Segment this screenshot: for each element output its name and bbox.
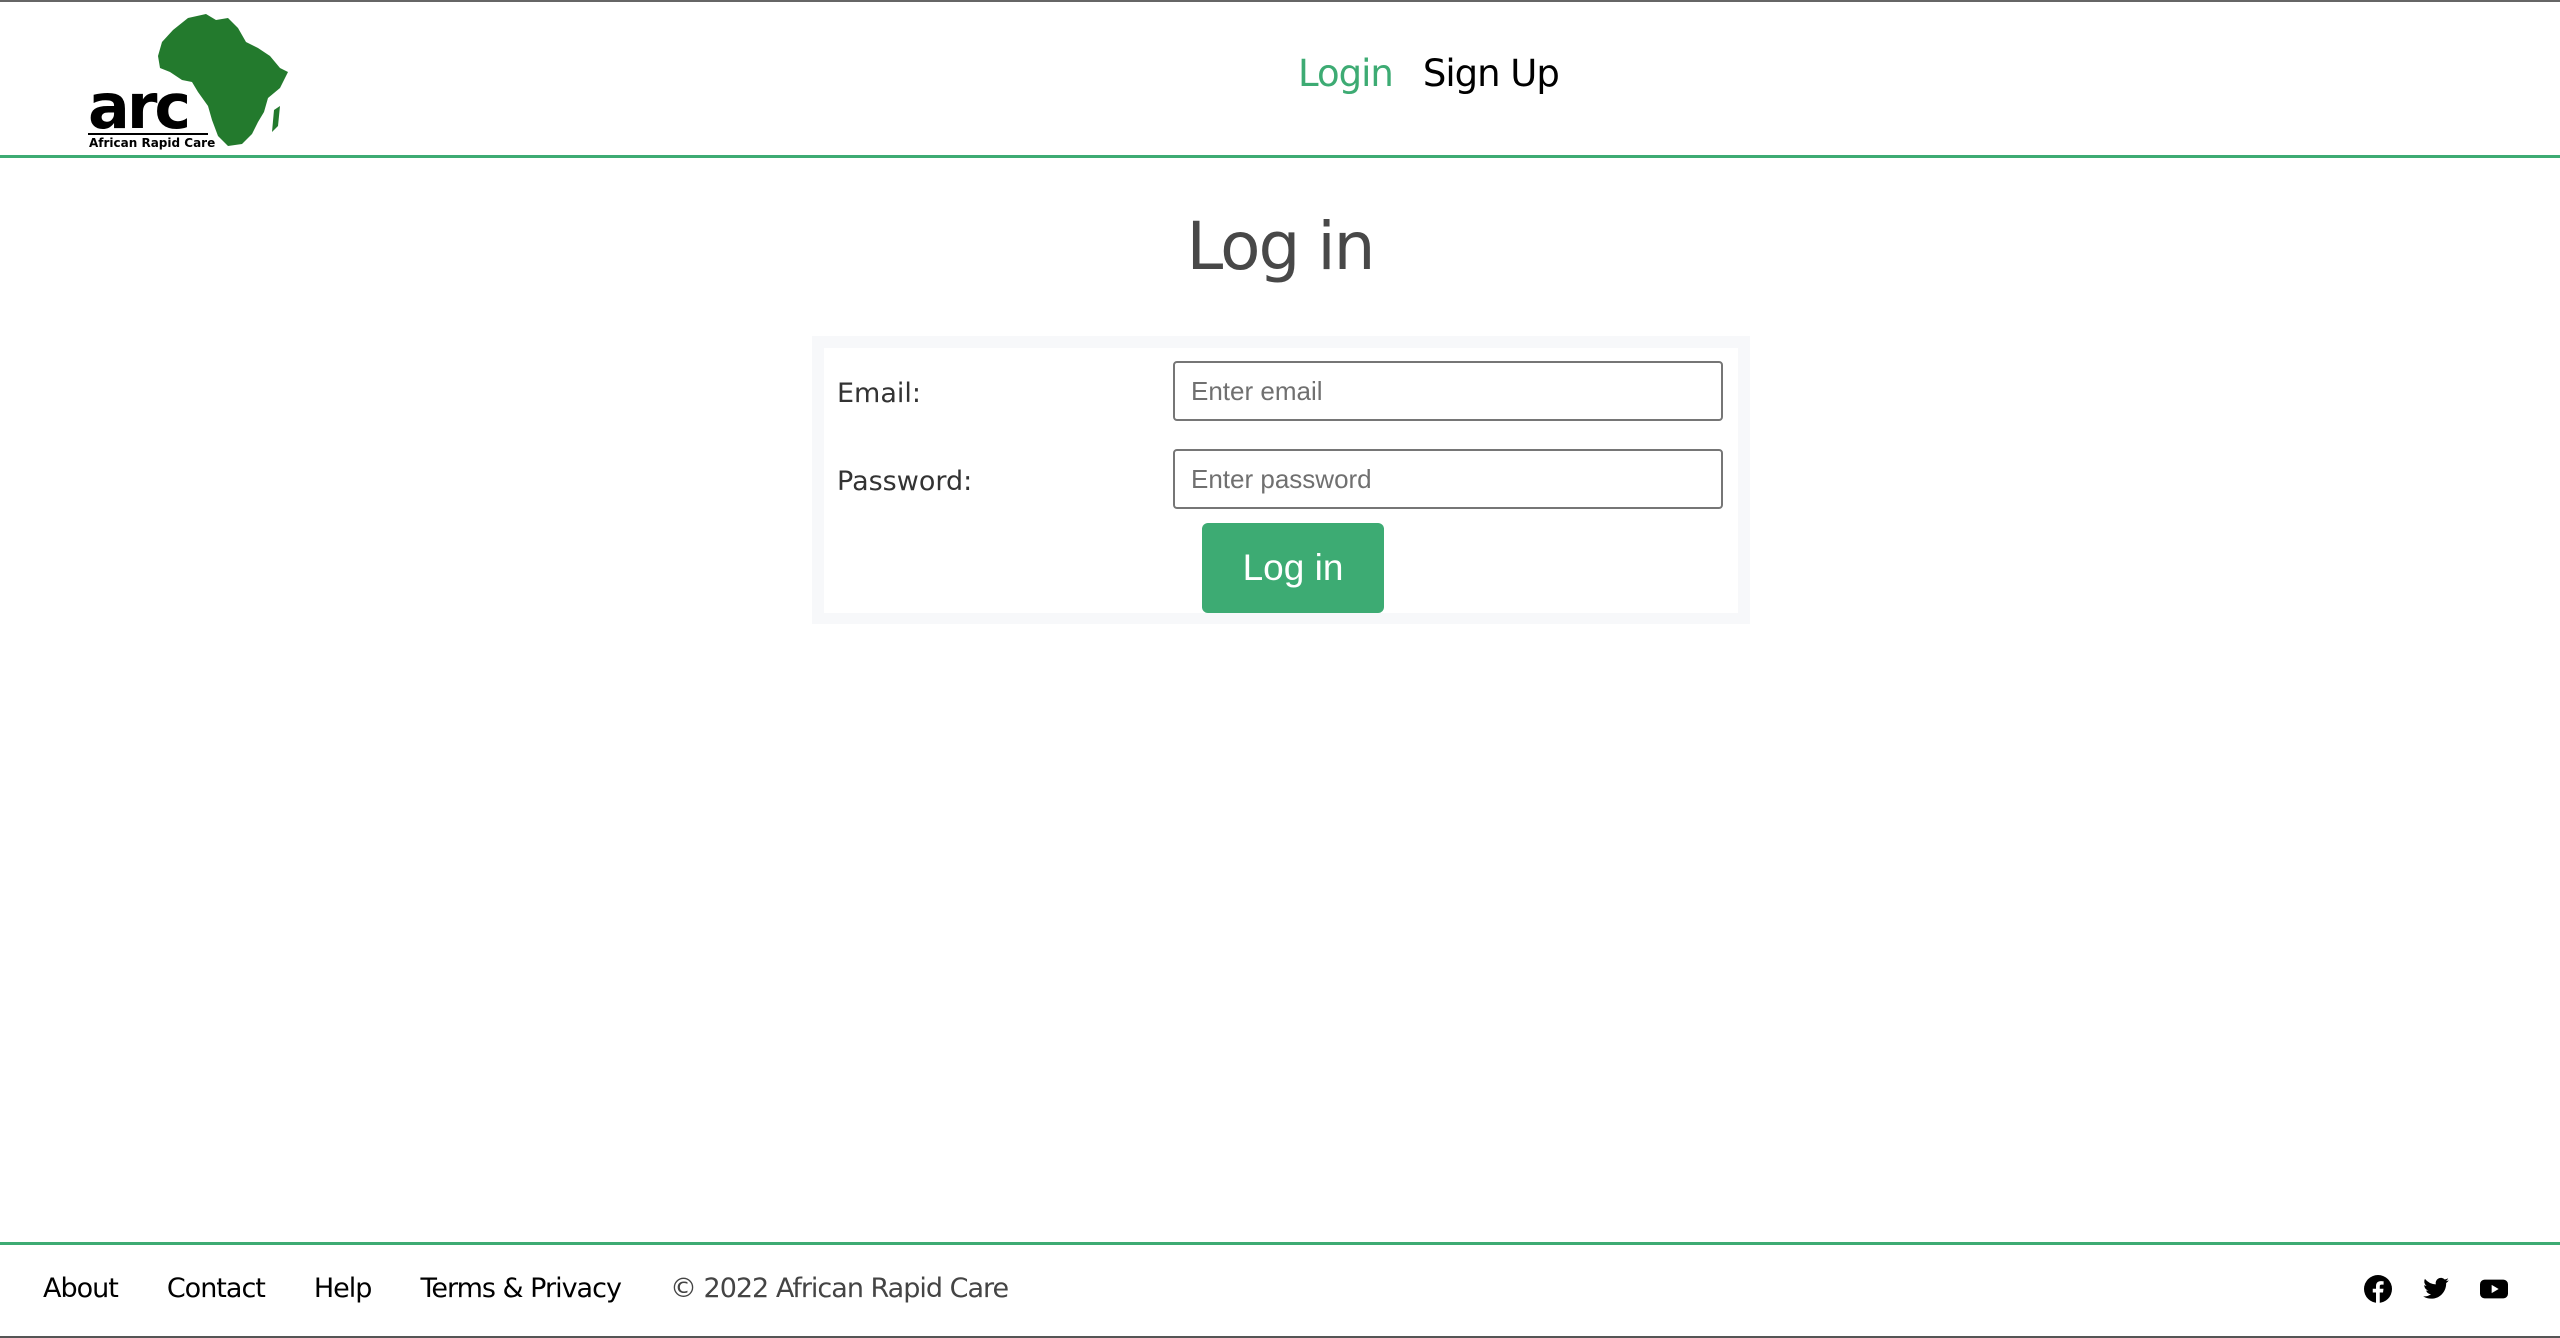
page-title: Log in bbox=[1186, 208, 1375, 285]
footer-contact-link[interactable]: Contact bbox=[167, 1267, 266, 1311]
password-input[interactable] bbox=[1173, 449, 1723, 509]
nav-login-link[interactable]: Login bbox=[1298, 50, 1394, 98]
login-submit-button[interactable]: Log in bbox=[1202, 523, 1384, 613]
youtube-icon[interactable] bbox=[2480, 1275, 2508, 1303]
email-label: Email: bbox=[837, 378, 922, 409]
copyright-text: © 2022 African Rapid Care bbox=[669, 1273, 1009, 1304]
footer-terms-link[interactable]: Terms & Privacy bbox=[420, 1267, 621, 1311]
svg-text:African Rapid Care: African Rapid Care bbox=[89, 136, 215, 150]
main-nav: Login Sign Up bbox=[1298, 50, 1560, 98]
password-label: Password: bbox=[837, 466, 973, 497]
social-links bbox=[2364, 1275, 2508, 1303]
login-form-container: Email: Password: Log in bbox=[812, 336, 1750, 624]
footer-help-link[interactable]: Help bbox=[314, 1267, 373, 1311]
footer-links: About Contact Help Terms & Privacy © 202… bbox=[43, 1267, 1009, 1311]
arc-logo[interactable]: arc African Rapid Care bbox=[88, 10, 288, 150]
svg-text:arc: arc bbox=[88, 70, 188, 143]
facebook-icon[interactable] bbox=[2364, 1275, 2392, 1303]
twitter-icon[interactable] bbox=[2422, 1275, 2450, 1303]
email-input[interactable] bbox=[1173, 361, 1723, 421]
footer-about-link[interactable]: About bbox=[43, 1267, 119, 1311]
site-footer: About Contact Help Terms & Privacy © 202… bbox=[0, 1242, 2560, 1338]
nav-signup-link[interactable]: Sign Up bbox=[1423, 50, 1560, 98]
africa-map-icon: arc African Rapid Care bbox=[88, 14, 288, 150]
site-header: arc African Rapid Care Login Sign Up bbox=[0, 2, 2560, 158]
login-form: Email: Password: Log in bbox=[824, 348, 1738, 613]
